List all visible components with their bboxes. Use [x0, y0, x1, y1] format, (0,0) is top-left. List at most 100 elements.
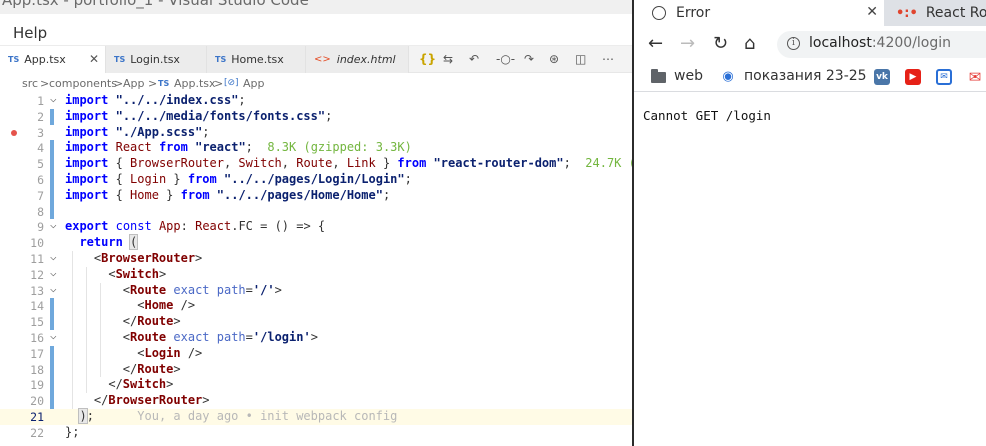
globe-icon [652, 6, 666, 20]
address-bar[interactable]: i localhost:4200/login [777, 31, 986, 58]
line-number: 16 [30, 331, 44, 345]
react-router-icon: •:• [896, 5, 918, 21]
line-number: 17 [30, 346, 44, 361]
back-arrow-icon[interactable]: ← [648, 33, 663, 54]
code-editor[interactable]: 1 ⌵ import "../../index.css"; 2 import "… [0, 92, 632, 446]
breadcrumb-symbol[interactable]: App [243, 77, 265, 90]
code-line: 3 import "./App.scss"; [0, 125, 632, 141]
breadcrumb-app-folder[interactable]: App [123, 77, 145, 90]
bookmark-meter-readings[interactable]: показания 23-25 [744, 68, 867, 84]
code-text: import { BrowserRouter, Switch, Route, L… [65, 156, 632, 171]
tab-login-tsx[interactable]: TS Login.tsx [106, 46, 207, 73]
gutter-modified-bar [50, 187, 54, 204]
line-number: 18 [30, 362, 44, 377]
more-icon[interactable]: ⋯ [602, 52, 614, 66]
tab-home-tsx[interactable]: TS Home.tsx [207, 46, 306, 73]
url-path: :4200/login [871, 35, 952, 51]
code-line: 16 ⌵ <Route exact path='/login'> [0, 329, 632, 346]
forward-arrow-icon[interactable]: → [680, 33, 695, 54]
line-number: 7 [37, 188, 44, 203]
line-number: 22 [30, 425, 44, 440]
code-text: <BrowserRouter> [65, 251, 203, 265]
fold-chevron-icon[interactable]: ⌵ [50, 218, 57, 231]
reload-icon[interactable]: ↻ [713, 33, 728, 54]
code-text: </Route> [65, 314, 181, 329]
gmail-icon[interactable]: ✉ [967, 69, 983, 85]
go-back-icon[interactable]: ↶ [469, 52, 479, 66]
browser-toolbar: ← → ↻ ⌂ i localhost:4200/login [634, 26, 986, 62]
mail-icon[interactable]: ✉ [936, 69, 952, 85]
fold-chevron-icon[interactable]: ⌵ [50, 329, 57, 342]
tab-label: App.tsx [24, 53, 66, 66]
line-number: 3 [37, 125, 44, 140]
breadcrumb-file[interactable]: App.tsx [174, 77, 216, 90]
fold-chevron-icon[interactable]: ⌵ [50, 282, 57, 295]
line-number: 5 [37, 157, 44, 172]
code-line: 6 import { Login } from "../../pages/Log… [0, 172, 632, 188]
commit-dot-icon[interactable]: -○- [496, 52, 515, 66]
code-line: 7 import { Home } from "../../pages/Home… [0, 187, 632, 204]
tab-label: Login.tsx [130, 53, 180, 66]
gutter-modified-bar [50, 345, 54, 362]
line-number: 20 [30, 394, 44, 409]
line-number: 4 [37, 141, 44, 156]
line-number: 6 [37, 173, 44, 187]
breadcrumb: src > components > App > TS App.tsx > [⊘… [0, 73, 632, 93]
code-line: 5 import { BrowserRouter, Switch, Route,… [0, 156, 632, 172]
open-changes-icon[interactable]: ⊛ [549, 52, 559, 66]
breadcrumb-components[interactable]: components [49, 77, 117, 90]
window-title: App.tsx - portfolio_1 - Visual Studio Co… [2, 0, 309, 9]
tab-label: Home.tsx [231, 53, 284, 66]
youtube-icon[interactable]: ▶ [905, 69, 921, 85]
code-line: 14 <Home /> [0, 298, 632, 315]
menu-item-help[interactable]: Help [13, 24, 47, 42]
home-icon[interactable]: ⌂ [744, 33, 755, 54]
html-icon: <> [314, 54, 331, 65]
typescript-icon: TS [8, 55, 20, 64]
tab-index-html[interactable]: <> index.html [306, 46, 409, 73]
breadcrumb-src[interactable]: src [22, 77, 38, 90]
gutter-modified-bar [50, 203, 54, 220]
page-content: Cannot GET /login [634, 93, 986, 446]
breakpoint-icon[interactable] [11, 129, 17, 136]
code-line: 2 import "../../media/fonts/fonts.css"; [0, 108, 632, 125]
code-line: 10 return ( [0, 234, 632, 251]
browser-tab-react-router[interactable]: •:• React Rou [890, 0, 986, 26]
compare-changes-icon[interactable]: ⇆ [443, 52, 453, 66]
fold-chevron-icon[interactable]: ⌵ [50, 92, 57, 105]
fold-chevron-icon[interactable]: ⌵ [50, 250, 57, 263]
meter-readings-icon: ◉ [720, 69, 736, 85]
line-number: 9 [37, 220, 44, 235]
line-number: 15 [30, 315, 44, 330]
code-line: 12 ⌵ <Switch> [0, 266, 632, 283]
info-icon[interactable]: i [787, 37, 800, 50]
typescript-icon: TS [158, 79, 170, 88]
git-blame-annotation: You, a day ago • init webpack config [137, 409, 398, 423]
code-line: 18 </Route> [0, 361, 632, 378]
vk-icon[interactable]: vk [874, 69, 890, 85]
code-text: import { Home } from "../../pages/Home/H… [65, 187, 391, 202]
fold-chevron-icon[interactable]: ⌵ [50, 266, 57, 279]
code-text: import React from "react"; 8.3K (gzipped… [65, 140, 412, 155]
code-text: <Route exact path='/'> [65, 282, 282, 297]
gutter-modified-bar [50, 140, 54, 157]
breadcrumb-separator: > [40, 77, 50, 90]
browser-tab-error[interactable]: Error ✕ [634, 0, 884, 26]
code-line: 9 ⌵ export const App: React.FC = () => { [0, 218, 632, 235]
go-forward-icon[interactable]: ↷ [524, 52, 534, 66]
code-text: </Switch> [65, 377, 174, 392]
code-line: 13 ⌵ <Route exact path='/'> [0, 282, 632, 299]
bookmark-web[interactable]: web [674, 68, 703, 84]
browser-tab-title: Error [676, 5, 711, 21]
close-icon[interactable]: ✕ [89, 52, 99, 66]
json-braces-icon[interactable]: {} [419, 52, 436, 66]
tab-app-tsx[interactable]: TS App.tsx ✕ [0, 46, 106, 73]
gutter-modified-bar [50, 314, 54, 330]
address-url: localhost:4200/login [809, 35, 951, 51]
split-editor-icon[interactable]: ◫ [575, 52, 586, 66]
typescript-icon: TS [114, 55, 126, 64]
symbol-variable-icon: [⊘] [224, 78, 239, 88]
close-icon[interactable]: ✕ [866, 4, 878, 20]
breadcrumb-separator: > [114, 77, 124, 90]
code-text: import "./App.scss"; [65, 124, 210, 139]
